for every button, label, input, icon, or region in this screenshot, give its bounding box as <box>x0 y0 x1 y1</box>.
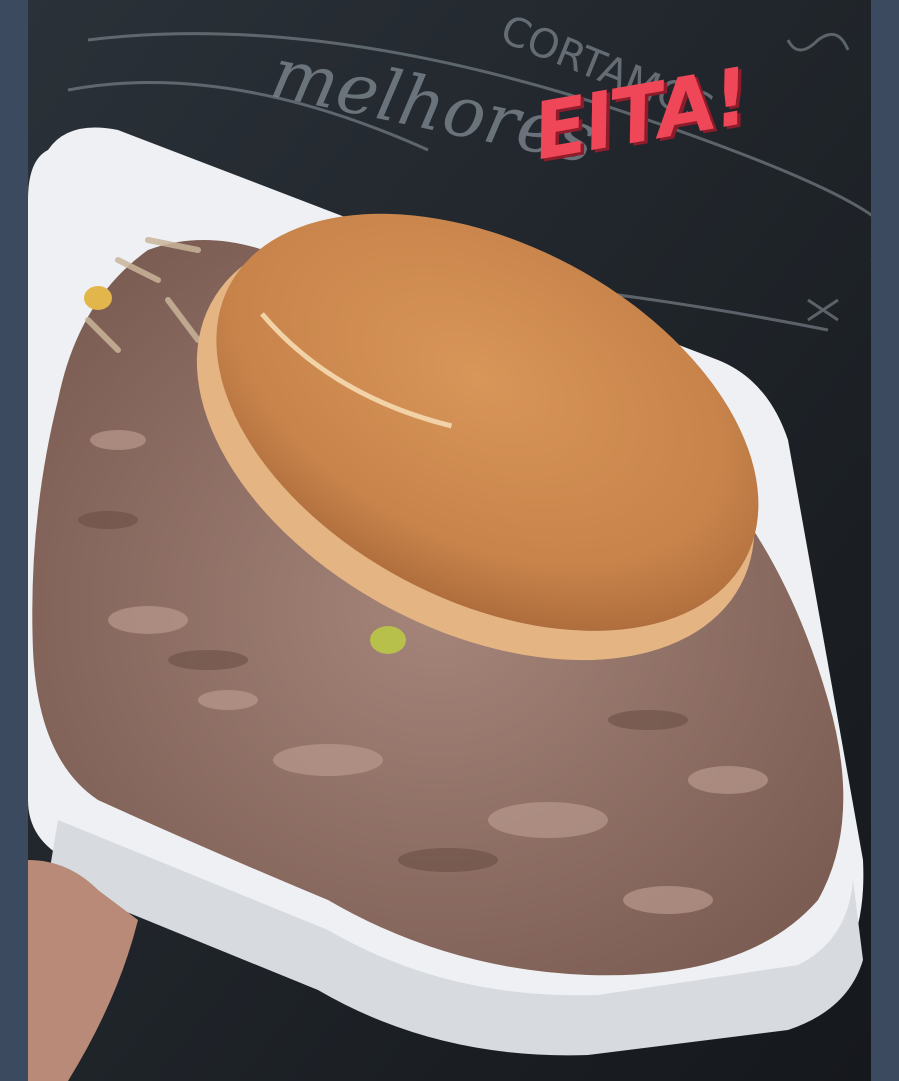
corn <box>84 286 112 310</box>
peas <box>370 626 406 654</box>
story-photo: melhores CORTAMOS EITA! <box>28 0 871 1081</box>
food-photo: melhores CORTAMOS <box>28 0 871 1081</box>
